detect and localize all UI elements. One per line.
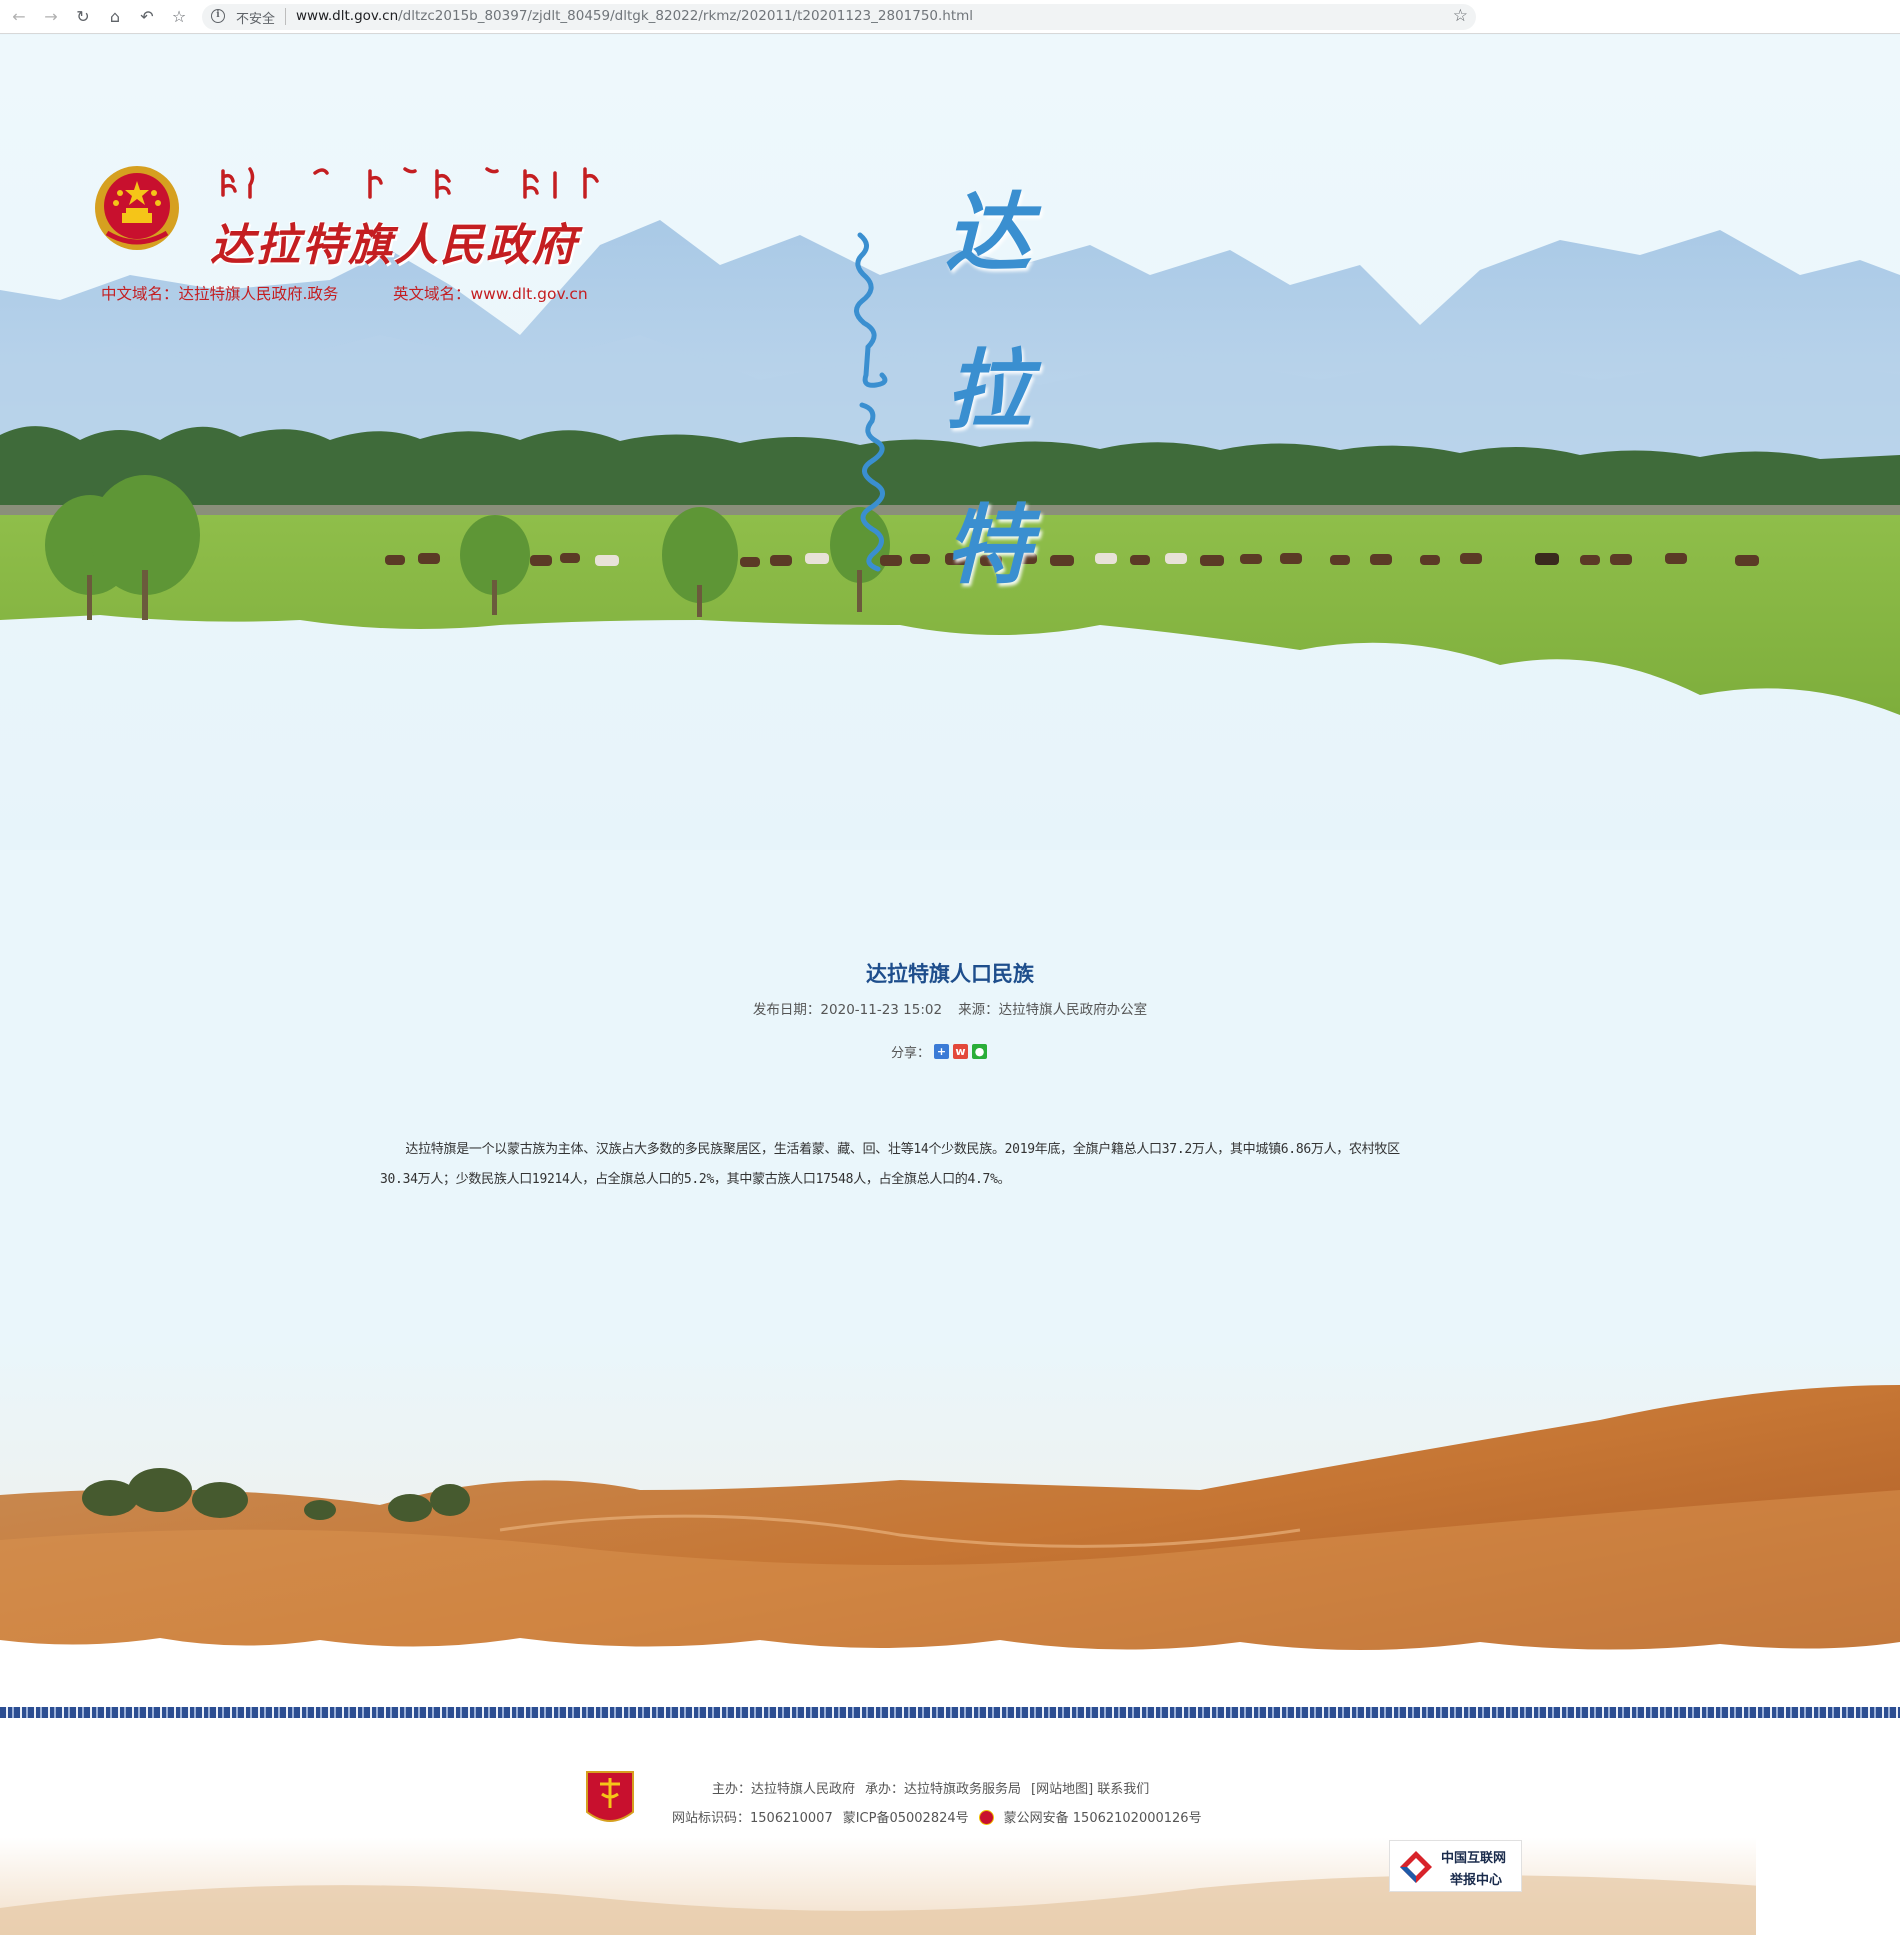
- home-icon[interactable]: ⌂: [104, 5, 126, 27]
- calligraphy-char-2: 拉: [945, 340, 1031, 441]
- report-center-subtitle: 举报中心: [1450, 1873, 1503, 1888]
- english-domain-text: 英文域名：www.dlt.gov.cn: [393, 285, 588, 303]
- article-body: 达拉特旗是一个以蒙古族为主体、汉族占大多数的多民族聚居区，生活着蒙、藏、回、壮等…: [380, 1135, 1490, 1195]
- security-label: 不安全: [236, 12, 276, 27]
- calligraphy-char-1: 达: [945, 183, 1031, 284]
- article-title: 达拉特旗人口民族: [866, 962, 1034, 986]
- footer-organizer: 承办：达拉特旗政务服务局: [865, 1782, 1022, 1797]
- back-icon[interactable]: ←: [8, 5, 30, 27]
- footer-dunes-illustration: [0, 1875, 1900, 1935]
- footer: 主办：达拉特旗人民政府 承办：达拉特旗政务服务局 [网站地图] 联系我们 网站标识码：…: [0, 1718, 1900, 1935]
- article-meta: 发布日期：2020-11-23 15:02 来源：达拉特旗人民政府办公室: [0, 998, 1900, 1018]
- police-record-link[interactable]: 蒙公网安备 15062102000126号: [1004, 1811, 1202, 1826]
- bookmark-star-icon[interactable]: ☆: [168, 5, 190, 27]
- address-bar[interactable]: i 不安全 www.dlt.gov.cn/dltzc2015b_80397/zj…: [202, 4, 1476, 30]
- calligraphy-char-3: 特: [945, 495, 1031, 596]
- bookmark-page-star-icon[interactable]: ☆: [1453, 6, 1468, 26]
- chinese-domain-text: 中文域名：达拉特旗人民政府.政务: [101, 285, 339, 303]
- share-weibo-icon[interactable]: w: [953, 1044, 969, 1059]
- footer-line-2: 网站标识码：1506210007 蒙ICP备05002824号 蒙公网安备 1506…: [672, 1807, 1212, 1826]
- footer-sponsor: 主办：达拉特旗人民政府: [712, 1782, 856, 1797]
- mongolian-script-title: [221, 167, 599, 199]
- footer-site-id: 网站标识码：1506210007: [672, 1811, 833, 1826]
- hero-banner: 达拉特旗人民政府 中文域名：达拉特旗人民政府.政务 英文域名：www.dlt.g…: [0, 35, 1900, 850]
- contact-link[interactable]: 联系我们: [1097, 1782, 1149, 1797]
- share-bar: 分享： + w ●: [891, 1042, 988, 1061]
- internet-report-center-badge[interactable]: 中国互联网 举报中心: [1389, 1840, 1522, 1892]
- url-path: /dltzc2015b_80397/zjdlt_80459/dltgk_8202…: [398, 8, 974, 24]
- forward-icon[interactable]: →: [40, 5, 62, 27]
- corner-panel: [1756, 1816, 1900, 1935]
- police-badge-icon: [978, 1810, 994, 1825]
- article-paragraph-line-1: 达拉特旗是一个以蒙古族为主体、汉族占大多数的多民族聚居区，生活着蒙、藏、回、壮等…: [380, 1142, 1400, 1157]
- desert-illustration: [0, 1340, 1900, 1710]
- footer-line-1: 主办：达拉特旗人民政府 承办：达拉特旗政务服务局 [网站地图] 联系我们: [712, 1778, 1159, 1797]
- share-more-icon[interactable]: +: [934, 1044, 950, 1059]
- article-paragraph-line-2: 30.34万人；少数民族人口19214人，占全旗总人口的5.2%，其中蒙古族人口…: [380, 1172, 1011, 1187]
- share-label: 分享：: [891, 1046, 931, 1061]
- report-center-logo-icon: [1400, 1851, 1432, 1883]
- decorative-border: [0, 1707, 1900, 1718]
- address-divider: [285, 8, 286, 25]
- share-wechat-icon[interactable]: ●: [972, 1044, 988, 1059]
- info-icon[interactable]: i: [211, 9, 225, 23]
- url-host: www.dlt.gov.cn: [296, 8, 399, 24]
- sitemap-link[interactable]: [网站地图]: [1031, 1782, 1093, 1797]
- undo-icon[interactable]: ↶: [136, 5, 158, 27]
- site-title[interactable]: 达拉特旗人民政府: [210, 209, 578, 273]
- national-emblem-icon: [95, 166, 179, 250]
- icp-link[interactable]: 蒙ICP备05002824号: [843, 1811, 969, 1826]
- browser-toolbar: ← → ↻ ⌂ ↶ ☆ i 不安全 www.dlt.gov.cn/dltzc20…: [0, 0, 1900, 34]
- article-source: 来源：达拉特旗人民政府办公室: [958, 1002, 1148, 1018]
- report-center-title: 中国互联网: [1441, 1851, 1507, 1866]
- party-government-logo-icon[interactable]: [585, 1770, 635, 1830]
- reload-icon[interactable]: ↻: [72, 5, 94, 27]
- mongolian-vertical-script: [854, 232, 888, 572]
- publish-date: 发布日期：2020-11-23 15:02: [752, 1002, 943, 1018]
- url-text[interactable]: www.dlt.gov.cn/dltzc2015b_80397/zjdlt_80…: [296, 8, 973, 24]
